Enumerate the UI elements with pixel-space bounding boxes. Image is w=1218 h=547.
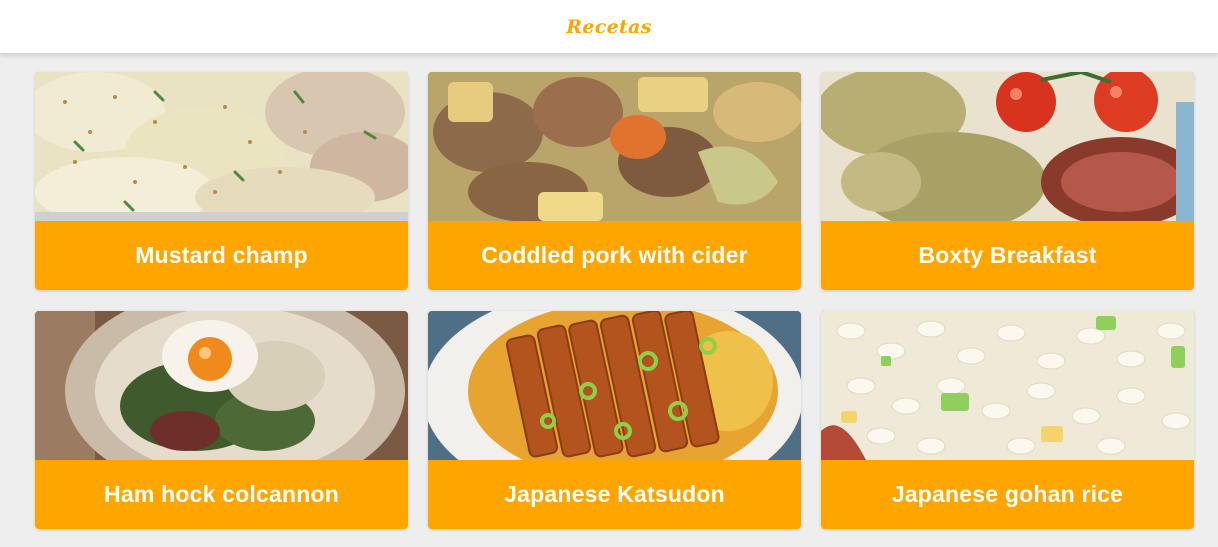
- recipe-card-mustard-champ[interactable]: Mustard champ: [35, 72, 408, 290]
- recipe-image-japanese-katsudon: [428, 311, 801, 460]
- recipe-card-japanese-gohan-rice[interactable]: Japanese gohan rice: [821, 311, 1194, 529]
- recipe-card-ham-hock-colcannon[interactable]: Ham hock colcannon: [35, 311, 408, 529]
- recipe-image-coddled-pork: [428, 72, 801, 221]
- recipe-title: Ham hock colcannon: [104, 481, 339, 507]
- recipe-image-mustard-champ: [35, 72, 408, 221]
- recipe-title: Japanese Katsudon: [504, 481, 725, 507]
- recipe-image-ham-hock-colcannon: [35, 311, 408, 460]
- recipe-card-japanese-katsudon[interactable]: Japanese Katsudon: [428, 311, 801, 529]
- app-title: Recetas: [566, 15, 652, 38]
- recipe-image-japanese-gohan-rice: [821, 311, 1194, 460]
- recipe-title: Boxty Breakfast: [918, 242, 1097, 268]
- recipe-title: Japanese gohan rice: [891, 481, 1124, 507]
- recipe-title: Coddled pork with cider: [481, 242, 748, 268]
- recipe-title: Mustard champ: [135, 242, 308, 268]
- recipe-card-boxty-breakfast[interactable]: Boxty Breakfast: [821, 72, 1194, 290]
- recipe-card-coddled-pork[interactable]: Coddled pork with cider: [428, 72, 801, 290]
- recipe-grid: Mustard champ Coddled pork with cider Bo…: [35, 72, 1194, 529]
- recipe-image-boxty-breakfast: [821, 72, 1194, 221]
- app-header: Recetas: [0, 0, 1218, 54]
